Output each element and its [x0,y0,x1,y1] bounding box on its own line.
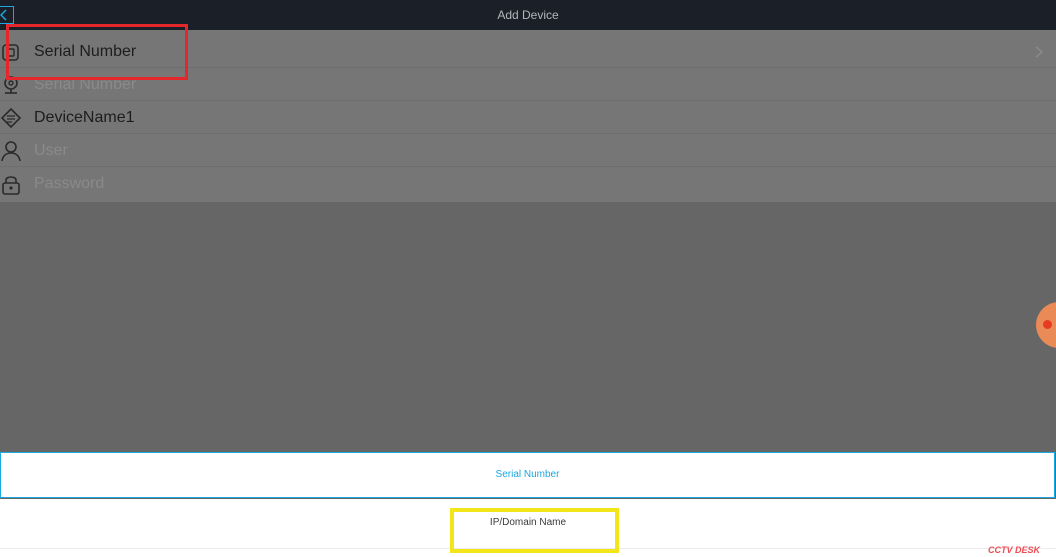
user-icon [1,141,21,162]
user-row[interactable]: User [0,134,1056,167]
option-serial-number[interactable]: Serial Number [0,452,1055,498]
chevron-right-icon [1035,46,1044,58]
user-field[interactable]: User [34,134,68,167]
device-name-icon [0,107,22,129]
device-name-row[interactable]: DeviceName1 [0,101,1056,134]
password-field[interactable]: Password [34,167,104,200]
highlight-box-yellow [450,508,619,553]
highlight-box-red [6,24,188,80]
lock-icon [2,176,20,195]
password-row[interactable]: Password [0,167,1056,200]
device-name-field[interactable]: DeviceName1 [34,101,134,134]
floating-button-dot [1043,320,1052,329]
watermark: CCTV DESK [987,545,1040,555]
